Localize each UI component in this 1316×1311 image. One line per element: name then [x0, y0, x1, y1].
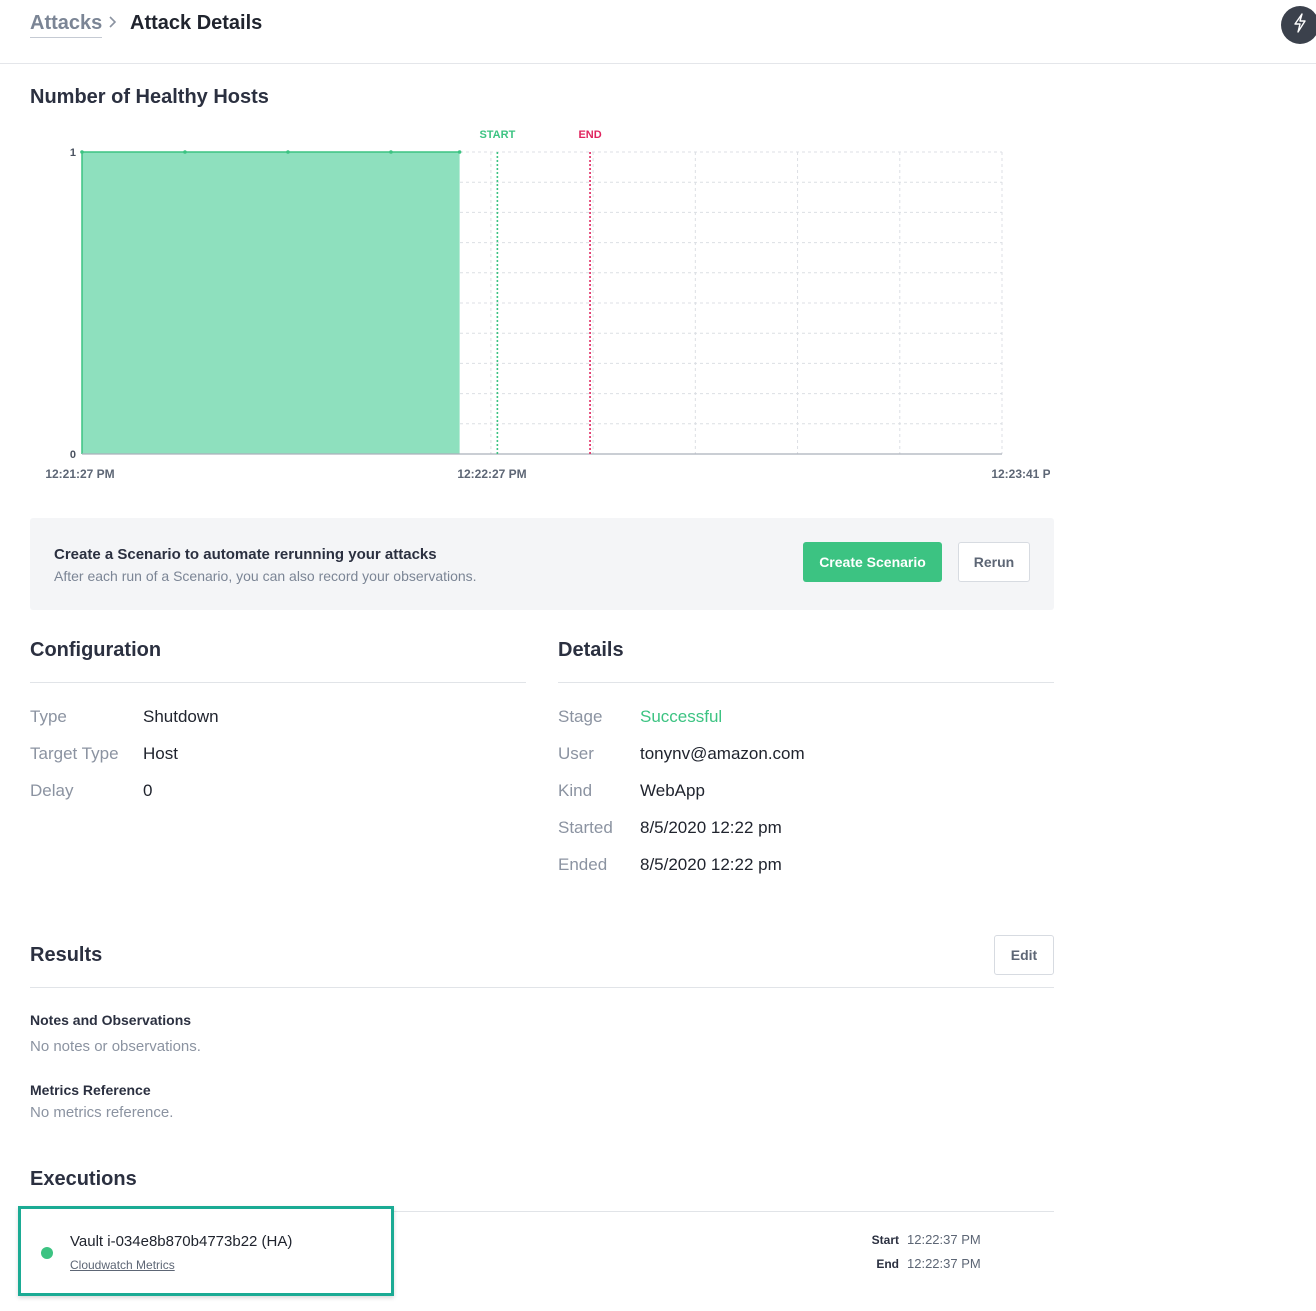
executions-title: Executions — [30, 1168, 137, 1190]
status-badge: Successful — [640, 707, 723, 726]
y-tick-label: 0 — [70, 449, 76, 461]
data-point — [80, 150, 84, 154]
execution-end-label: End — [876, 1257, 899, 1271]
execution-name: Vault i-034e8b870b4773b22 (HA) — [70, 1233, 293, 1250]
notes-title: Notes and Observations — [30, 1012, 192, 1028]
x-tick-label: 12:21:27 PM — [45, 467, 114, 481]
chevron-right-icon — [108, 14, 118, 34]
details-label-ended: Ended — [558, 855, 608, 874]
data-point — [286, 150, 290, 154]
edit-results-button[interactable]: Edit — [994, 935, 1054, 975]
series-area — [82, 152, 460, 454]
details-label-started: Started — [558, 818, 613, 837]
cloudwatch-metrics-link[interactable]: Cloudwatch Metrics — [70, 1258, 175, 1272]
banner-subtitle: After each run of a Scenario, you can al… — [54, 568, 477, 584]
details-divider — [558, 682, 1054, 683]
results-divider — [30, 987, 1054, 988]
details-title: Details — [558, 639, 624, 661]
details-value-started: 8/5/2020 12:22 pm — [640, 818, 782, 837]
config-value-type: Shutdown — [143, 707, 219, 726]
details-label-stage: Stage — [558, 707, 603, 726]
notes-text: No notes or observations. — [30, 1038, 201, 1055]
create-scenario-button[interactable]: Create Scenario — [803, 542, 942, 582]
scenario-banner: Create a Scenario to automate rerunning … — [30, 518, 1054, 610]
execution-item[interactable]: Vault i-034e8b870b4773b22 (HA) Cloudwatc… — [18, 1206, 394, 1296]
bolt-icon — [1292, 12, 1308, 38]
data-point — [457, 150, 462, 154]
top-bar: Attacks Attack Details — [0, 0, 1316, 64]
status-dot-icon — [41, 1247, 53, 1259]
breadcrumb-attacks-link[interactable]: Attacks — [30, 12, 103, 38]
configuration-title: Configuration — [30, 639, 162, 661]
x-tick-label: 12:23:41 PM — [991, 467, 1050, 481]
details-value-kind: WebApp — [640, 781, 705, 800]
rerun-button[interactable]: Rerun — [958, 542, 1030, 582]
metrics-text: No metrics reference. — [30, 1104, 174, 1121]
banner-title: Create a Scenario to automate rerunning … — [54, 546, 437, 563]
config-value-delay: 0 — [143, 781, 153, 800]
healthy-hosts-chart: 1 0 12:21:27 PM 12:22:27 PM 12:23:41 PM START… — [45, 129, 1050, 481]
data-point — [183, 150, 187, 154]
y-tick-label: 1 — [70, 147, 76, 159]
bolt-button[interactable] — [1281, 6, 1316, 44]
execution-start-time: 12:22:37 PM — [907, 1232, 981, 1247]
config-label-type: Type — [30, 707, 67, 726]
execution-end-time: 12:22:37 PM — [907, 1256, 981, 1271]
config-value-target-type: Host — [143, 744, 178, 763]
details-label-kind: Kind — [558, 781, 593, 800]
configuration-divider — [30, 682, 526, 683]
details-value-ended: 8/5/2020 12:22 pm — [640, 855, 782, 874]
details-label-user: User — [558, 744, 594, 763]
data-point — [389, 150, 393, 154]
config-label-target-type: Target Type — [30, 744, 119, 763]
page-title: Attack Details — [130, 12, 263, 34]
marker-label-start: START — [479, 129, 515, 141]
results-title: Results — [30, 944, 103, 966]
config-label-delay: Delay — [30, 781, 74, 800]
chart-title: Number of Healthy Hosts — [30, 86, 269, 108]
execution-start-label: Start — [871, 1233, 899, 1247]
x-tick-label: 12:22:27 PM — [457, 467, 526, 481]
marker-label-end: END — [578, 129, 601, 141]
metrics-title: Metrics Reference — [30, 1082, 151, 1098]
details-value-user: tonynv@amazon.com — [640, 744, 805, 763]
